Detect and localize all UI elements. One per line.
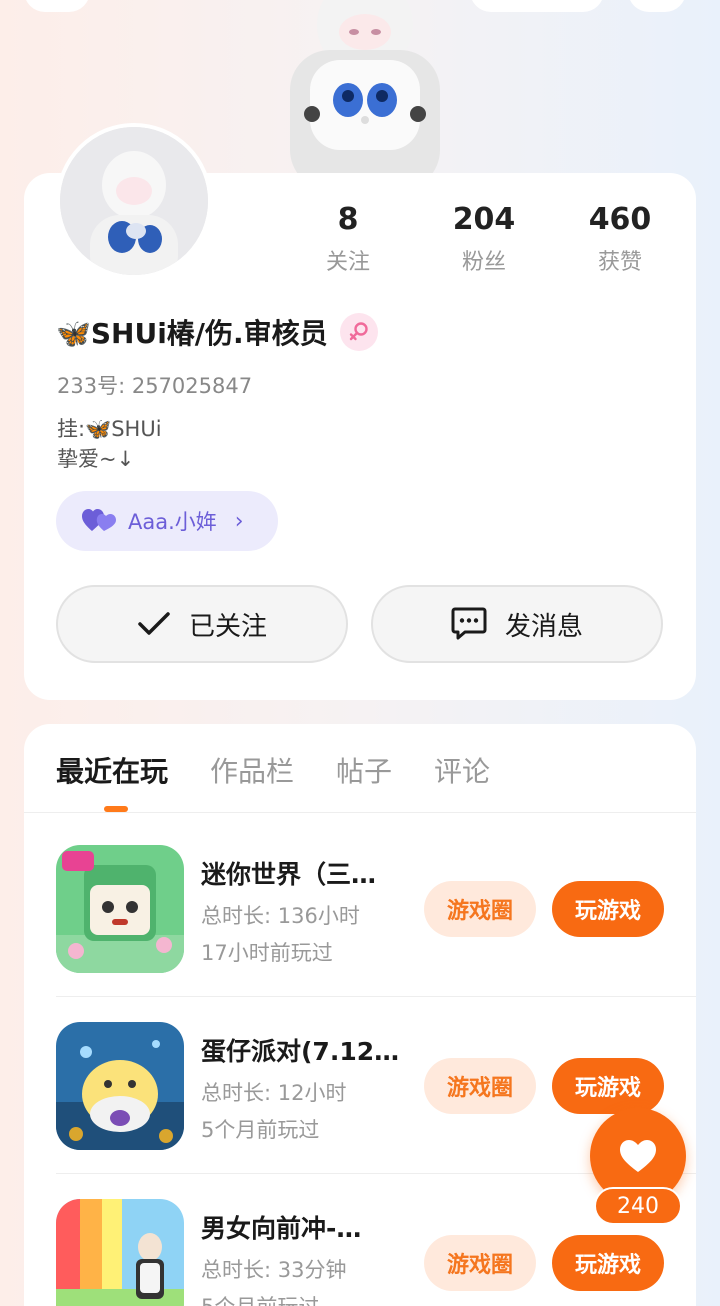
heart-icon (620, 1140, 656, 1172)
divider (24, 812, 696, 813)
name-row: 🦋SHUi椿/伤.审核员 (56, 312, 378, 352)
cp-chip[interactable]: Aaa.小姩 › (56, 491, 278, 551)
avatar[interactable] (56, 123, 212, 279)
game-last-played: 17小时前玩过 (201, 941, 333, 965)
chat-icon (451, 607, 487, 640)
tab-comments[interactable]: 评论 (434, 750, 490, 790)
stat-following[interactable]: 8 关注 (280, 202, 416, 276)
profile-hero-image (290, 0, 440, 180)
tab-recent-played[interactable]: 最近在玩 (56, 750, 168, 790)
female-icon (339, 313, 378, 351)
avatar-image (60, 127, 208, 275)
game-duration: 总时长: 136小时 (201, 904, 360, 928)
chevron-right-icon: › (234, 508, 244, 534)
top-action-pill[interactable] (470, 0, 604, 12)
game-icon (56, 1199, 184, 1306)
game-last-played: 5个月前玩过 (201, 1118, 320, 1142)
more-button[interactable] (628, 0, 686, 12)
followed-button[interactable]: 已关注 (56, 585, 348, 663)
cp-name: Aaa.小姩 (128, 510, 217, 534)
user-id: 233号: 257025847 (57, 374, 253, 398)
game-last-played: 5个月前玩过 (201, 1291, 319, 1306)
double-heart-icon (82, 509, 116, 531)
stat-value: 204 (452, 202, 516, 237)
game-icon (56, 845, 184, 973)
stat-likes[interactable]: 460 获赞 (552, 202, 688, 276)
bio: 挂:🦋SHUi 挚爱~↓ (57, 414, 162, 474)
game-circle-button[interactable]: 游戏圈 (424, 1235, 536, 1291)
game-circle-button[interactable]: 游戏圈 (424, 881, 536, 937)
stat-label: 获赞 (597, 250, 642, 275)
like-count: 240 (594, 1187, 682, 1225)
play-game-button[interactable]: 玩游戏 (552, 1058, 664, 1114)
bio-line: 挚爱~↓ (57, 447, 135, 471)
stat-label: 粉丝 (461, 250, 506, 275)
game-duration: 总时长: 12小时 (201, 1081, 347, 1105)
stat-value: 8 (337, 202, 359, 237)
content-tabs: 最近在玩 作品栏 帖子 评论 (56, 750, 532, 790)
check-icon (138, 612, 170, 635)
play-game-button[interactable]: 玩游戏 (552, 1235, 664, 1291)
tab-posts[interactable]: 帖子 (336, 750, 392, 790)
divider (56, 996, 696, 997)
bio-line: 挂:🦋SHUi (57, 417, 162, 441)
tab-works[interactable]: 作品栏 (210, 750, 294, 790)
game-circle-button[interactable]: 游戏圈 (424, 1058, 536, 1114)
username: 🦋SHUi椿/伤.审核员 (56, 317, 328, 350)
game-title: 蛋仔派对(7.12… (201, 1037, 400, 1066)
message-label: 发消息 (504, 611, 583, 642)
game-row[interactable]: 蛋仔派对(7.12… 总时长: 12小时 5个月前玩过 游戏圈 玩游戏 (56, 1022, 664, 1152)
game-row[interactable]: 男女向前冲-… 总时长: 33分钟 5个月前玩过 游戏圈 玩游戏 (56, 1199, 664, 1306)
stat-value: 460 (588, 202, 652, 237)
followed-label: 已关注 (188, 611, 267, 642)
game-title: 迷你世界（三… (201, 860, 377, 889)
game-row[interactable]: 迷你世界（三… 总时长: 136小时 17小时前玩过 游戏圈 玩游戏 (56, 845, 664, 975)
game-title: 男女向前冲-… (201, 1214, 362, 1243)
stat-label: 关注 (325, 250, 370, 275)
stat-fans[interactable]: 204 粉丝 (416, 202, 552, 276)
game-duration: 总时长: 33分钟 (201, 1258, 347, 1282)
back-button[interactable] (24, 0, 90, 12)
game-icon (56, 1022, 184, 1150)
message-button[interactable]: 发消息 (371, 585, 663, 663)
play-game-button[interactable]: 玩游戏 (552, 881, 664, 937)
profile-stats: 8 关注 204 粉丝 460 获赞 (280, 202, 690, 276)
